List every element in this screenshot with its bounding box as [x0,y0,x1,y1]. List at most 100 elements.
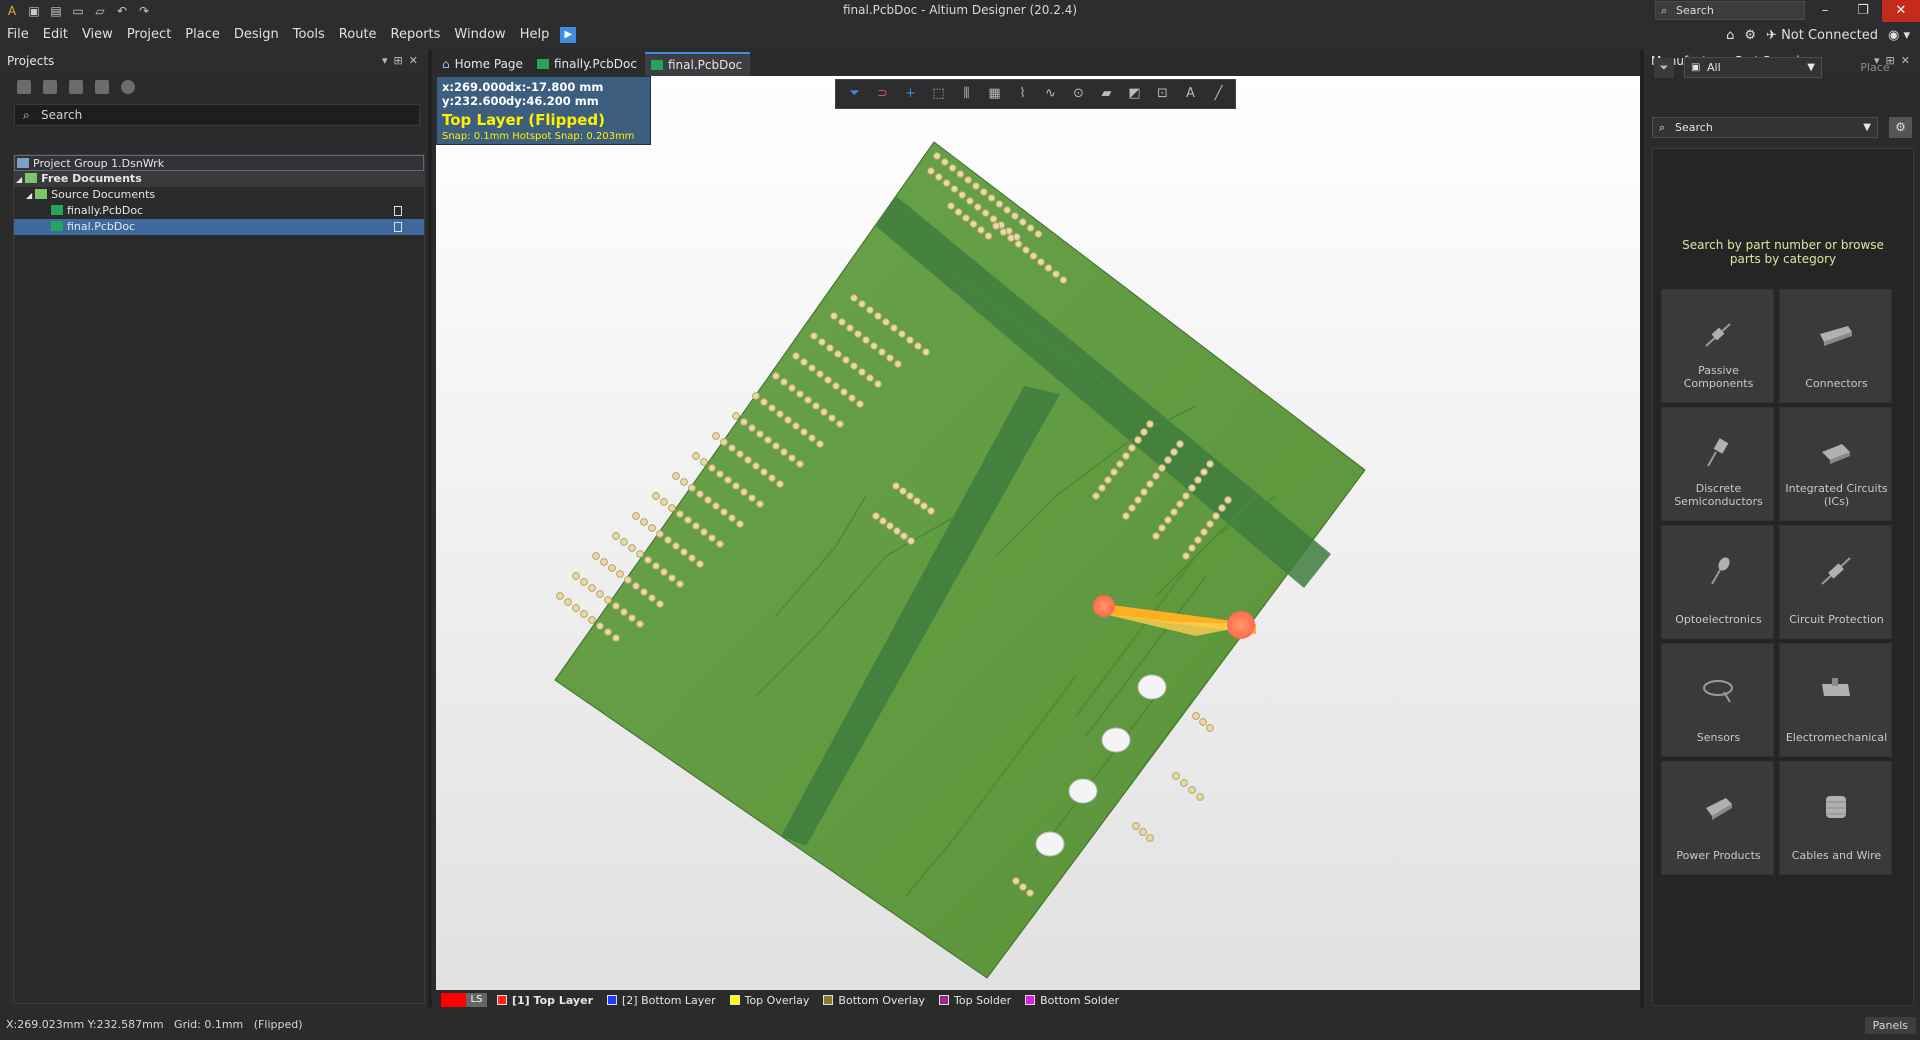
layer-tab-top-overlay[interactable]: Top Overlay [729,994,809,1007]
select-rect-icon[interactable]: ⬚ [928,85,949,103]
menu-view[interactable]: View [75,22,120,48]
via-icon[interactable]: ⊙ [1068,85,1089,103]
chevron-down-icon: ▼ [1863,122,1871,133]
hud-dy: dy:46.200 mm [506,94,599,108]
save-project-icon[interactable] [17,80,31,94]
redo-icon[interactable]: ↷ [136,3,152,19]
close-project-icon[interactable] [95,80,109,94]
panels-button[interactable]: Panels [1864,1017,1916,1034]
category-power-products[interactable]: Power Products [1661,761,1774,875]
category-discrete-semiconductors[interactable]: Discrete Semiconductors [1661,407,1774,521]
category-filter-dropdown[interactable]: ▣ All ▼ [1684,57,1822,78]
pad [776,480,784,488]
category-passive-components[interactable]: Passive Components [1661,289,1774,403]
document-icon [394,206,402,216]
tree-item-final-pcbdoc[interactable]: final.PcbDoc [14,219,424,235]
category-integrated-circuits[interactable]: Integrated Circuits (ICs) [1779,407,1892,521]
pad [1128,504,1136,512]
layer-tab-top-layer[interactable]: [1] Top Layer [497,994,593,1007]
global-search-input[interactable]: ⌕ Search [1655,1,1805,20]
part-search-input[interactable]: ⌕ Search ▼ [1652,117,1878,138]
tab-final-pcbdoc[interactable]: final.PcbDoc [644,52,751,76]
copy-icon[interactable] [43,80,57,94]
folder-icon[interactable] [69,80,83,94]
panel-controls[interactable]: ▾⊞✕ [382,50,424,72]
app-icon[interactable]: A [4,3,20,19]
filter-icon[interactable]: ⏷ [1654,58,1674,78]
gear-icon[interactable]: ⚙ [1744,28,1756,43]
open-icon[interactable]: ▭ [70,3,86,19]
pad [652,562,660,570]
line-icon[interactable]: ╱ [1208,85,1229,103]
connection-status[interactable]: ✈ Not Connected [1766,28,1878,43]
save-icon[interactable]: ▣ [26,3,42,19]
collapse-arrow-icon[interactable]: ◢ [26,191,32,200]
tab-finally-pcbdoc[interactable]: finally.PcbDoc [531,52,645,76]
pad [712,432,720,440]
minimize-button[interactable]: – [1806,0,1844,22]
string-icon[interactable]: ⊡ [1152,85,1173,103]
category-sensors[interactable]: Sensors [1661,643,1774,757]
category-cables-and-wire[interactable]: Cables and Wire [1779,761,1892,875]
layer-tab-bottom-overlay[interactable]: Bottom Overlay [823,994,925,1007]
text-icon[interactable]: A [1180,85,1201,103]
tab-home-page[interactable]: ⌂ Home Page [436,52,531,76]
menu-help[interactable]: Help [513,22,557,48]
pcb-board-view[interactable] [436,76,1640,990]
layer-tab-bottom-layer[interactable]: [2] Bottom Layer [607,994,716,1007]
place-button[interactable]: Place [1840,57,1910,78]
diff-pair-icon[interactable]: ⌇ [1012,85,1033,103]
pad [1146,834,1154,842]
projects-search-input[interactable]: ⌕ Search [14,104,420,126]
pcb-canvas[interactable]: x:269.000 dx:-17.800 mm y:232.600 dy:46.… [436,76,1640,990]
user-icon[interactable]: ◉ ▾ [1888,28,1910,43]
menu-window[interactable]: Window [447,22,512,48]
category-optoelectronics[interactable]: Optoelectronics [1661,525,1774,639]
category-circuit-protection[interactable]: Circuit Protection [1779,525,1892,639]
pad [1007,234,1015,242]
collapse-arrow-icon[interactable]: ◢ [16,175,22,184]
menu-reports[interactable]: Reports [384,22,448,48]
menu-tools[interactable]: Tools [286,22,332,48]
menu-file[interactable]: File [0,22,36,48]
interactive-route-icon[interactable]: ⊃ [872,85,893,103]
run-script-icon[interactable]: ▶ [560,27,577,43]
open-project-icon[interactable]: ▱ [92,3,108,19]
polygon-icon[interactable]: ▰ [1096,85,1117,103]
tree-item-finally-pcbdoc[interactable]: finally.PcbDoc [14,203,424,219]
close-button[interactable]: ✕ [1882,0,1920,22]
restore-button[interactable]: ❐ [1844,0,1882,22]
pad [842,356,850,364]
transistor-icon [1707,438,1729,467]
tree-item-free-documents[interactable]: ◢ Free Documents [14,171,424,187]
menu-place[interactable]: Place [178,22,227,48]
layer-tab-top-solder[interactable]: Top Solder [939,994,1011,1007]
save-all-icon[interactable]: ▤ [48,3,64,19]
gear-icon[interactable]: ⚙ [1889,117,1912,138]
tree-item-source-documents[interactable]: ◢ Source Documents [14,187,424,203]
menu-route[interactable]: Route [332,22,384,48]
menu-design[interactable]: Design [227,22,286,48]
component-icon[interactable]: ▦ [984,85,1005,103]
category-connectors[interactable]: Connectors [1779,289,1892,403]
add-icon[interactable]: + [900,85,921,103]
layer-tab-bottom-solder[interactable]: Bottom Solder [1025,994,1119,1007]
heads-up-display: x:269.000 dx:-17.800 mm y:232.600 dy:46.… [436,76,651,145]
projects-toolbar [0,72,428,102]
menu-edit[interactable]: Edit [36,22,75,48]
undo-icon[interactable]: ↶ [114,3,130,19]
tune-icon[interactable]: ∿ [1040,85,1061,103]
pad [1164,456,1172,464]
pad [656,530,664,538]
workspace-icon [17,158,29,168]
layer-set-button[interactable]: LS [441,993,487,1007]
tree-item-project-group[interactable]: Project Group 1.DsnWrk [14,155,424,171]
dimension-icon[interactable]: ◩ [1124,85,1145,103]
menu-project[interactable]: Project [120,22,178,48]
pad [1194,536,1202,544]
category-electromechanical[interactable]: Electromechanical [1779,643,1892,757]
align-icon[interactable]: ⫼ [956,85,977,103]
settings-icon[interactable] [121,80,135,94]
home-icon[interactable]: ⌂ [1726,28,1734,43]
filter-icon[interactable]: ⏷ [844,85,865,103]
